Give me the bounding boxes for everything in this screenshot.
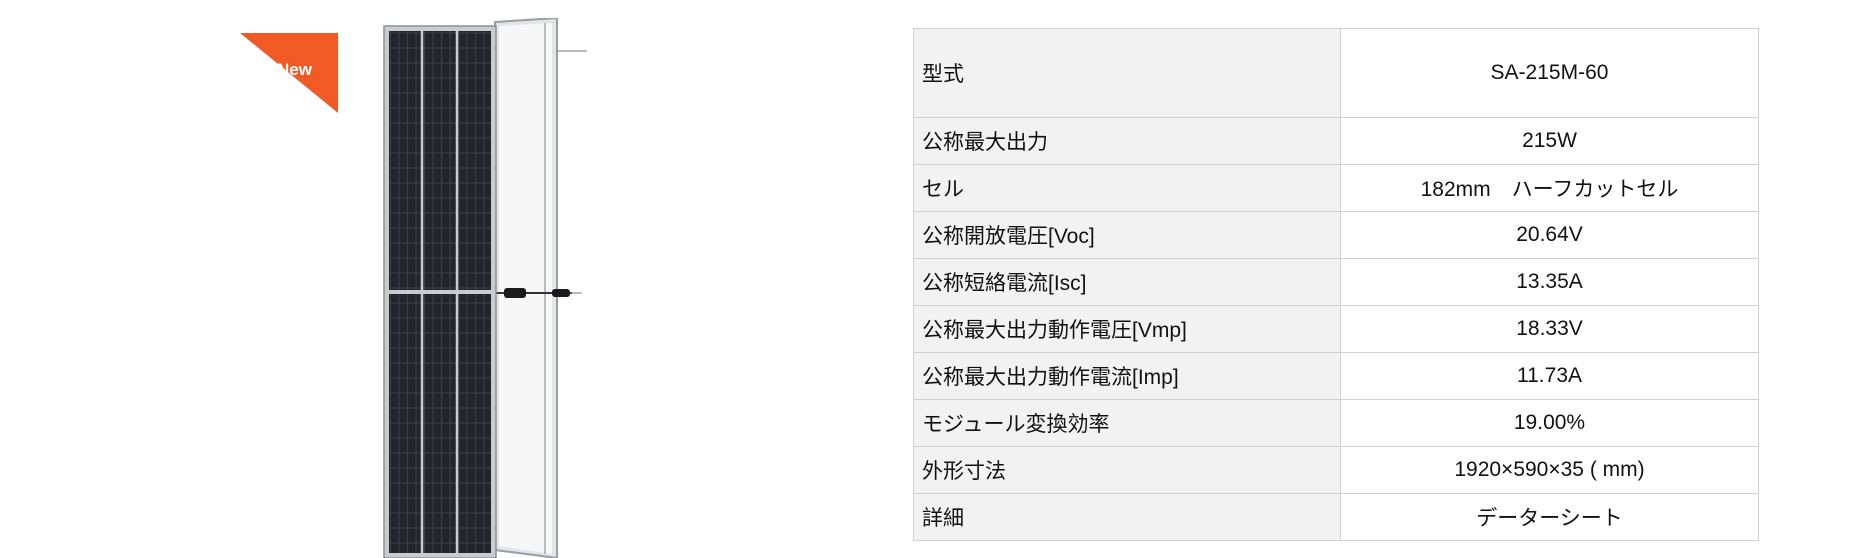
new-badge: New bbox=[240, 33, 338, 113]
spec-table: 型式 SA-215M-60 公称最大出力 215W セル 182mm ハーフカッ… bbox=[913, 28, 1759, 541]
table-row: 詳細 データーシート bbox=[913, 493, 1759, 541]
table-row: 型式 SA-215M-60 bbox=[913, 28, 1759, 118]
datasheet-link[interactable]: データーシート bbox=[1340, 493, 1759, 541]
spec-label: セル bbox=[913, 164, 1341, 212]
spec-label: 公称開放電圧[Voc] bbox=[913, 211, 1341, 259]
spec-value: 215W bbox=[1340, 117, 1759, 165]
product-image: New bbox=[240, 18, 660, 558]
spec-value: 20.64V bbox=[1340, 211, 1759, 259]
spec-label: モジュール変換効率 bbox=[913, 399, 1341, 447]
table-row: セル 182mm ハーフカットセル bbox=[913, 164, 1759, 212]
solar-panel-icon bbox=[383, 18, 587, 558]
spec-label: 公称短絡電流[Isc] bbox=[913, 258, 1341, 306]
spec-label: 詳細 bbox=[913, 493, 1341, 541]
table-row: 公称最大出力動作電流[Imp] 11.73A bbox=[913, 352, 1759, 400]
new-badge-label: New bbox=[277, 60, 312, 79]
spec-value: SA-215M-60 bbox=[1340, 28, 1759, 118]
spec-label: 公称最大出力動作電流[Imp] bbox=[913, 352, 1341, 400]
spec-label: 公称最大出力動作電圧[Vmp] bbox=[913, 305, 1341, 353]
table-row: 公称短絡電流[Isc] 13.35A bbox=[913, 258, 1759, 306]
spec-label: 外形寸法 bbox=[913, 446, 1341, 494]
table-row: モジュール変換効率 19.00% bbox=[913, 399, 1759, 447]
spec-value: 1920×590×35 ( mm) bbox=[1340, 446, 1759, 494]
spec-value: 11.73A bbox=[1340, 352, 1759, 400]
table-row: 公称開放電圧[Voc] 20.64V bbox=[913, 211, 1759, 259]
table-row: 公称最大出力 215W bbox=[913, 117, 1759, 165]
spec-value: 19.00% bbox=[1340, 399, 1759, 447]
spec-label: 公称最大出力 bbox=[913, 117, 1341, 165]
spec-label: 型式 bbox=[913, 28, 1341, 118]
table-row: 外形寸法 1920×590×35 ( mm) bbox=[913, 446, 1759, 494]
spec-value: 18.33V bbox=[1340, 305, 1759, 353]
spec-value: 182mm ハーフカットセル bbox=[1340, 164, 1759, 212]
spec-value: 13.35A bbox=[1340, 258, 1759, 306]
table-row: 公称最大出力動作電圧[Vmp] 18.33V bbox=[913, 305, 1759, 353]
